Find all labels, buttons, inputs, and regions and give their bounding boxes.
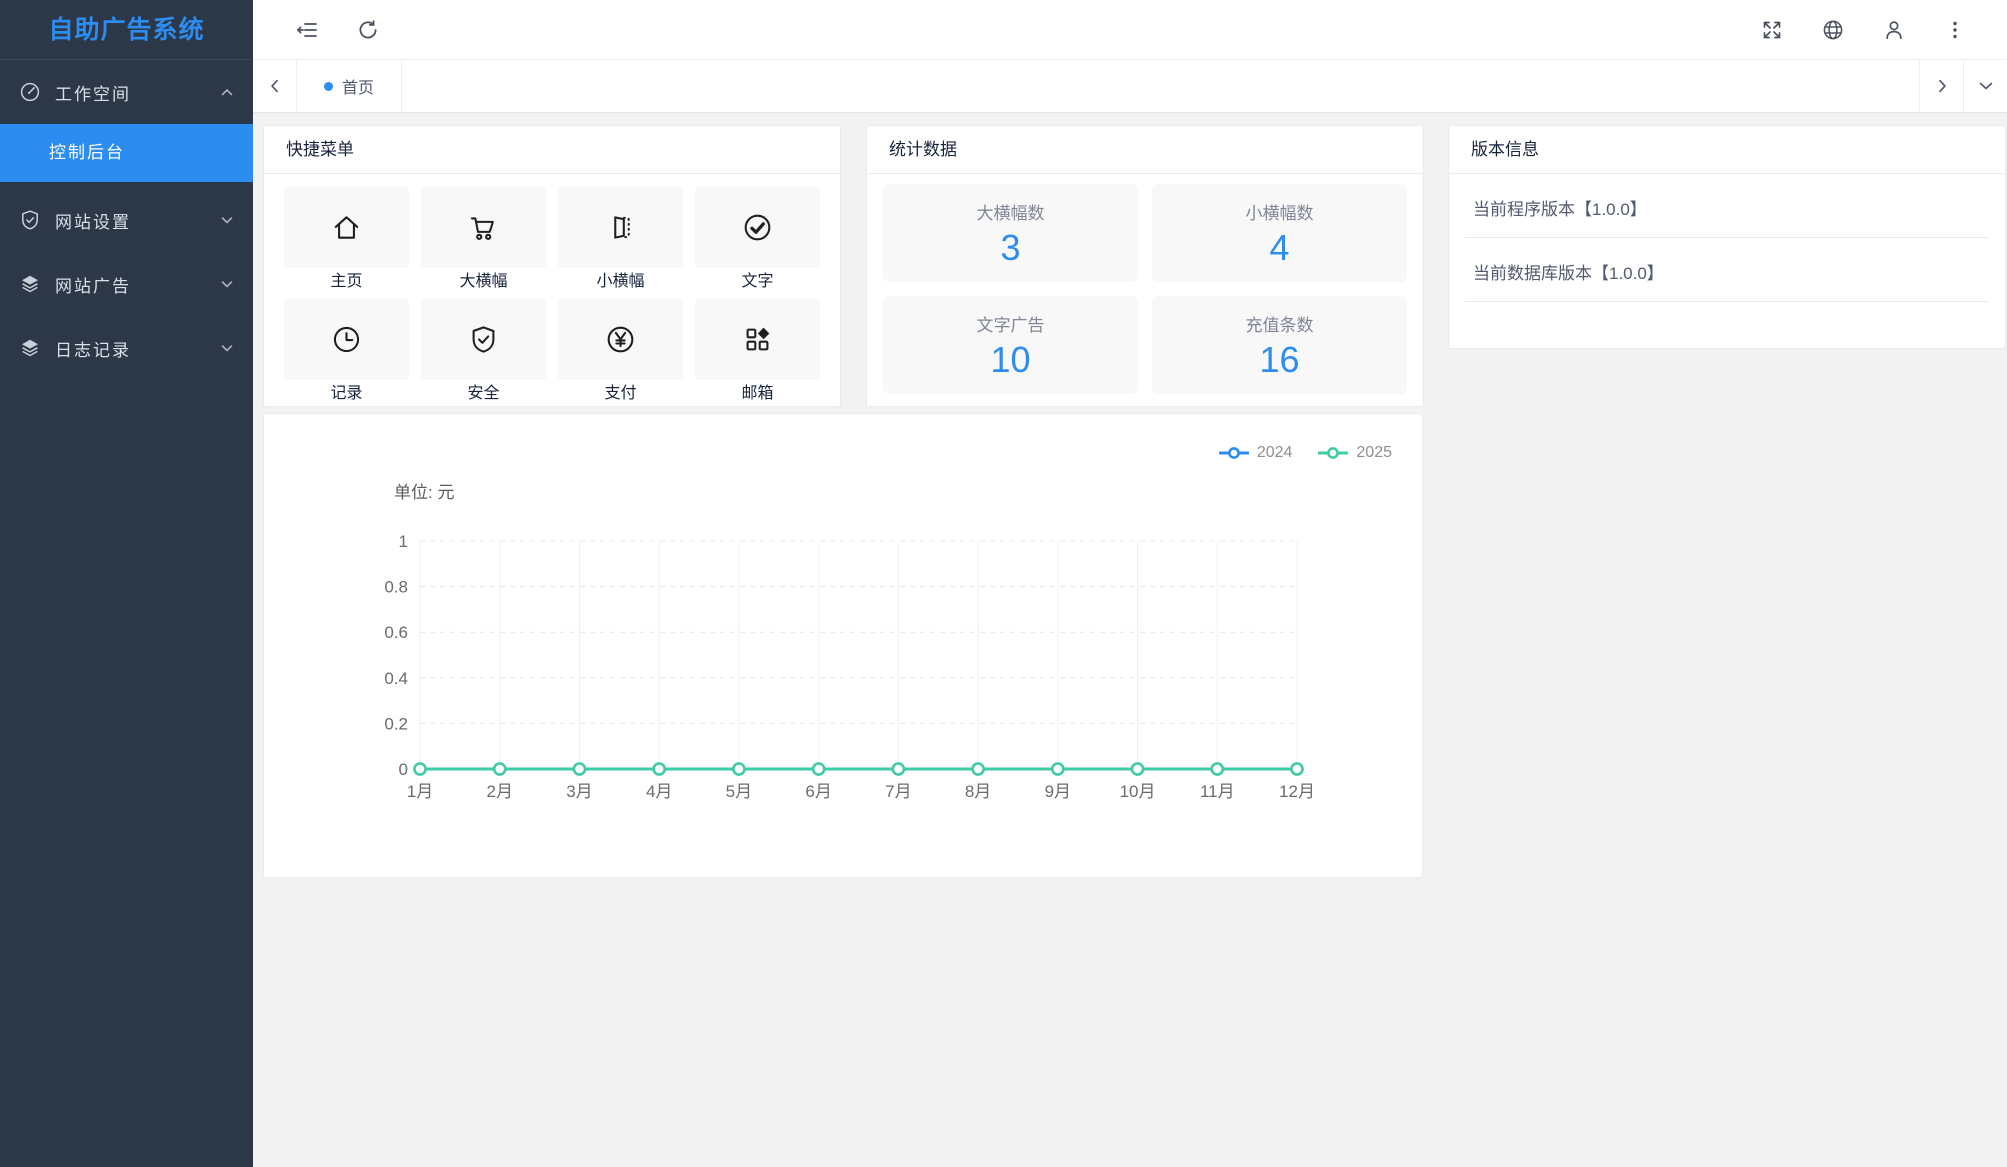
tabs-scroll-left-button[interactable] <box>253 60 297 112</box>
svg-text:8月: 8月 <box>965 782 991 801</box>
stat-card-text-ads: 文字广告 10 <box>883 296 1138 394</box>
sidebar-item-label: 网站设置 <box>55 208 219 233</box>
stat-value: 16 <box>1152 339 1407 381</box>
svg-text:0.8: 0.8 <box>384 578 408 597</box>
stat-card-small-banners: 小横幅数 4 <box>1152 184 1407 282</box>
app-title: 自助广告系统 <box>0 0 253 60</box>
layers-icon <box>18 336 42 360</box>
stat-value: 10 <box>883 339 1138 381</box>
svg-text:10月: 10月 <box>1120 782 1156 801</box>
fullscreen-icon[interactable] <box>1760 18 1784 42</box>
clock-icon <box>284 298 409 380</box>
svg-text:1月: 1月 <box>407 782 433 801</box>
tab-label: 首页 <box>342 74 374 98</box>
quick-menu-item-text[interactable]: 文字 <box>695 186 820 292</box>
tabs-menu-button[interactable] <box>1963 60 2007 112</box>
sidebar-item-label: 工作空间 <box>55 80 219 105</box>
home-icon <box>284 186 409 268</box>
yen-circle-icon <box>558 298 683 380</box>
sidebar-item-site-settings[interactable]: 网站设置 <box>0 188 253 252</box>
more-vertical-icon[interactable] <box>1943 18 1967 42</box>
sidebar-item-label: 日志记录 <box>55 336 219 361</box>
sidebar-item-workspace[interactable]: 工作空间 <box>0 60 253 124</box>
tabbar-spacer <box>402 60 1919 112</box>
svg-text:11月: 11月 <box>1200 782 1235 801</box>
dashboard-icon <box>18 80 42 104</box>
stat-value: 4 <box>1152 227 1407 269</box>
legend-marker-icon <box>1219 446 1249 460</box>
quick-menu-item-home[interactable]: 主页 <box>284 186 409 292</box>
sidebar-item-site-ads[interactable]: 网站广告 <box>0 252 253 316</box>
svg-text:0.2: 0.2 <box>384 714 408 733</box>
svg-text:7月: 7月 <box>885 782 911 801</box>
layers-icon <box>18 272 42 296</box>
svg-text:3月: 3月 <box>566 782 592 801</box>
svg-text:12月: 12月 <box>1279 782 1315 801</box>
active-tab-dot <box>324 82 333 91</box>
svg-text:6月: 6月 <box>805 782 831 801</box>
globe-icon[interactable] <box>1821 18 1845 42</box>
legend-marker-icon <box>1318 446 1348 460</box>
quick-menu-item-records[interactable]: 记录 <box>284 298 409 404</box>
shield-check-icon <box>18 208 42 232</box>
refresh-icon[interactable] <box>356 18 380 42</box>
quick-menu-item-security[interactable]: 安全 <box>421 298 546 404</box>
check-circle-icon <box>695 186 820 268</box>
legend-item-2024[interactable]: 2024 <box>1219 444 1293 462</box>
chevron-down-icon <box>219 340 235 356</box>
sidebar-item-control-backend[interactable]: 控制后台 <box>0 124 253 182</box>
door-icon <box>558 186 683 268</box>
tab-home[interactable]: 首页 <box>297 60 402 112</box>
panel-title: 统计数据 <box>867 126 1423 174</box>
svg-text:单位: 元: 单位: 元 <box>394 483 454 502</box>
stat-value: 3 <box>883 227 1138 269</box>
svg-text:2月: 2月 <box>486 782 512 801</box>
svg-text:4月: 4月 <box>646 782 672 801</box>
content: 快捷菜单 主页 <box>253 113 2007 1167</box>
svg-text:0.4: 0.4 <box>384 669 408 688</box>
menu-fold-icon[interactable] <box>295 18 319 42</box>
grid-diamond-icon <box>695 298 820 380</box>
version-panel: 版本信息 当前程序版本【1.0.0】 当前数据库版本【1.0.0】 <box>1448 125 2006 349</box>
stats-panel: 统计数据 大横幅数 3 小横幅数 4 文字广告 10 充值条数 16 <box>866 125 1424 407</box>
svg-text:9月: 9月 <box>1045 782 1071 801</box>
chevron-down-icon <box>219 212 235 228</box>
sidebar: 自助广告系统 工作空间 控制后台 网站设置 <box>0 0 253 1167</box>
shield-check-icon <box>421 298 546 380</box>
quick-menu-item-big-banner[interactable]: 大横幅 <box>421 186 546 292</box>
quick-menu-panel: 快捷菜单 主页 <box>263 125 841 407</box>
quick-menu-item-small-banner[interactable]: 小横幅 <box>558 186 683 292</box>
svg-text:1: 1 <box>399 532 408 551</box>
chart-legend: 2024 2025 <box>1219 444 1392 462</box>
legend-label: 2024 <box>1257 444 1293 462</box>
main-area: 首页 快捷菜单 主页 <box>253 0 2007 1167</box>
svg-text:5月: 5月 <box>726 782 752 801</box>
svg-text:0.6: 0.6 <box>384 623 408 642</box>
stat-card-big-banners: 大横幅数 3 <box>883 184 1138 282</box>
sidebar-item-logs[interactable]: 日志记录 <box>0 316 253 380</box>
svg-text:0: 0 <box>399 760 408 779</box>
quick-menu-item-mailbox[interactable]: 邮箱 <box>695 298 820 404</box>
panel-title: 快捷菜单 <box>264 126 840 174</box>
sidebar-item-label: 网站广告 <box>55 272 219 297</box>
quick-menu-item-payment[interactable]: 支付 <box>558 298 683 404</box>
chart-panel: 20242025 00.20.40.60.811月2月3月4月5月6月7月8月9… <box>263 413 1423 878</box>
chevron-down-icon <box>219 276 235 292</box>
panel-title: 版本信息 <box>1449 126 2005 174</box>
tabs-scroll-right-button[interactable] <box>1919 60 1963 112</box>
tab-bar: 首页 <box>253 60 2007 113</box>
header <box>253 0 2007 60</box>
database-version-row: 当前数据库版本【1.0.0】 <box>1465 238 1989 302</box>
legend-item-2025[interactable]: 2025 <box>1318 444 1392 462</box>
legend-label: 2025 <box>1356 444 1392 462</box>
stat-card-recharges: 充值条数 16 <box>1152 296 1407 394</box>
chart-canvas: 00.20.40.60.811月2月3月4月5月6月7月8月9月10月11月12… <box>264 414 1422 877</box>
cart-icon <box>421 186 546 268</box>
chevron-up-icon <box>219 84 235 100</box>
program-version-row: 当前程序版本【1.0.0】 <box>1465 174 1989 238</box>
user-icon[interactable] <box>1882 18 1906 42</box>
